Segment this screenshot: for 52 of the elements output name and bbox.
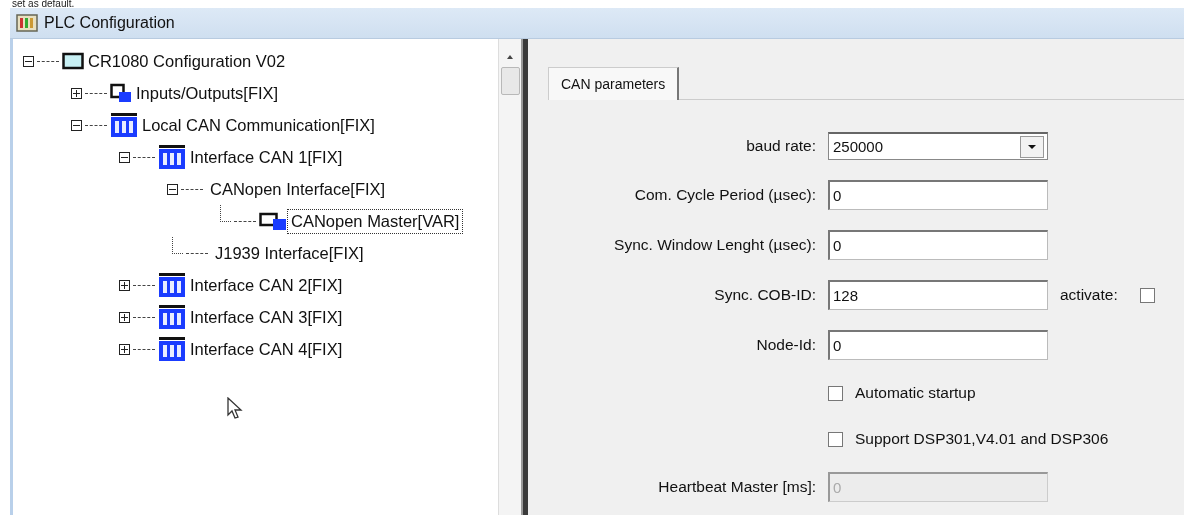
expand-icon[interactable] (119, 311, 130, 323)
field-label: activate: (1060, 286, 1118, 304)
window-title: PLC Configuration (44, 14, 175, 32)
input-field[interactable]: 0 (828, 330, 1048, 360)
collapse-icon[interactable] (23, 55, 34, 67)
checkbox-label[interactable]: Support DSP301,V4.01 and DSP306 (855, 430, 1109, 448)
tree-item[interactable]: Local CAN Communication[FIX] (138, 112, 379, 138)
dropdown[interactable]: 250000 (828, 132, 1048, 160)
tree-item[interactable]: Interface CAN 3[FIX] (186, 304, 347, 330)
rack-icon (16, 14, 38, 32)
tab[interactable]: CAN parameters (548, 67, 680, 100)
field-label: Com. Cycle Period (µsec): (633, 186, 816, 204)
scroll-thumb[interactable] (500, 67, 520, 95)
tree-item[interactable]: Interface CAN 4[FIX] (186, 336, 347, 362)
scroll-up-icon[interactable] (505, 53, 515, 61)
tree-item[interactable]: Interface CAN 2[FIX] (186, 272, 347, 298)
input-field[interactable]: 0 (828, 180, 1048, 210)
pane-splitter[interactable] (521, 39, 528, 515)
document-text: set as default. (11, 0, 76, 8)
collapse-icon[interactable] (167, 183, 178, 195)
tree-item[interactable]: CR1080 Configuration V02 (84, 48, 290, 74)
tree-item[interactable]: CANopen Interface[FIX] (206, 176, 390, 202)
monitor-icon (62, 52, 84, 70)
expand-icon[interactable] (71, 87, 82, 99)
tree-item[interactable]: CANopen Master[VAR] (287, 208, 464, 234)
module-icon (259, 211, 287, 231)
field-label: Sync. Window Lenght (µsec): (613, 236, 816, 254)
collapse-icon[interactable] (71, 119, 82, 131)
input-field[interactable]: 0 (828, 230, 1048, 260)
field-label: baud rate: (745, 137, 816, 155)
expand-icon[interactable] (119, 343, 130, 355)
bus-module-icon (110, 112, 138, 138)
bus-module-icon (158, 304, 186, 330)
bus-module-icon (158, 336, 186, 362)
tree-item[interactable]: J1939 Interface[FIX] (211, 240, 368, 266)
expand-icon[interactable] (119, 279, 130, 291)
checkbox[interactable] (1139, 287, 1155, 303)
collapse-icon[interactable] (119, 151, 130, 163)
scrollbar[interactable] (498, 39, 521, 515)
checkbox[interactable] (828, 385, 843, 401)
field-label: Sync. COB-ID: (713, 286, 816, 304)
module-icon (110, 83, 132, 103)
tree-item[interactable]: Interface CAN 1[FIX] (186, 144, 347, 170)
field-label: Heartbeat Master [ms]: (657, 478, 816, 496)
bus-module-icon (158, 272, 186, 298)
bus-module-icon (158, 144, 186, 170)
mouse-pointer-icon (227, 397, 243, 421)
input-field[interactable]: 128 (828, 280, 1048, 310)
checkbox-label[interactable]: Automatic startup (855, 384, 976, 402)
tree-item[interactable]: Inputs/Outputs[FIX] (132, 80, 283, 106)
checkbox[interactable] (828, 431, 843, 447)
field-label: Node-Id: (755, 336, 816, 354)
